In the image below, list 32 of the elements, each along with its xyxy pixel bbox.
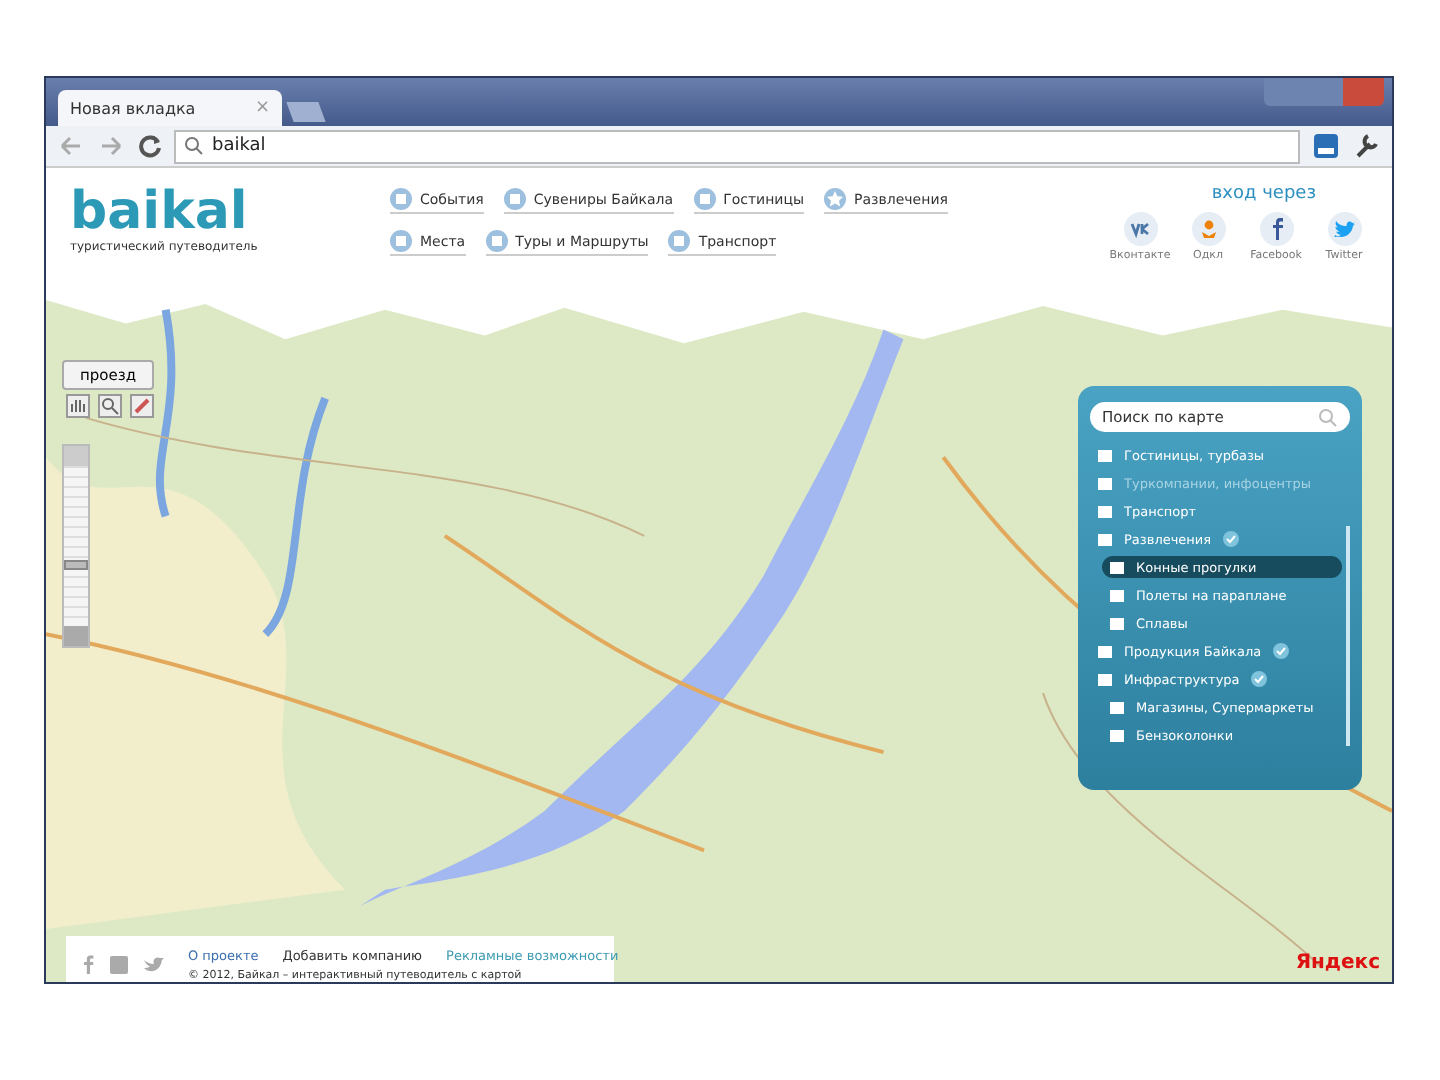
map-provider-logo: Яндекс: [1295, 952, 1380, 974]
new-tab-button[interactable]: [286, 102, 326, 122]
nav-icon: [485, 230, 508, 252]
square-icon[interactable]: [110, 955, 128, 973]
ruler-icon[interactable]: [130, 394, 154, 418]
extension-icon[interactable]: [1312, 132, 1340, 160]
zoom-slider[interactable]: [64, 466, 88, 626]
nav-icon: [824, 188, 847, 210]
reload-icon[interactable]: [138, 134, 162, 158]
browser-tab[interactable]: Новая вкладка ×: [58, 90, 282, 126]
tab-close[interactable]: ×: [254, 98, 270, 118]
nav-icon: [668, 230, 691, 252]
search-icon: [184, 136, 204, 156]
tab-title: Новая вкладка: [70, 99, 196, 117]
nav-icon: [390, 230, 412, 252]
back-forward-icon[interactable]: [58, 134, 126, 158]
zoom-icon[interactable]: [98, 394, 122, 418]
vk-icon: [1123, 212, 1157, 246]
person-icon: [1191, 212, 1225, 246]
facebook-icon: [1259, 212, 1293, 246]
nav-icon: [503, 188, 526, 210]
address-bar[interactable]: baikal: [174, 129, 1300, 163]
search-icon: [1318, 407, 1338, 427]
nav-icon: [390, 188, 412, 210]
bird-icon[interactable]: [144, 955, 164, 973]
nav-icon: [693, 188, 716, 210]
login-title: вход через: [1211, 184, 1316, 204]
wrench-icon[interactable]: [1352, 132, 1380, 160]
twitter-icon: [1327, 212, 1361, 246]
facebook-icon[interactable]: [82, 954, 94, 974]
zoom-slider-thumb[interactable]: [64, 560, 88, 570]
site-logo[interactable]: baikal: [70, 184, 330, 240]
